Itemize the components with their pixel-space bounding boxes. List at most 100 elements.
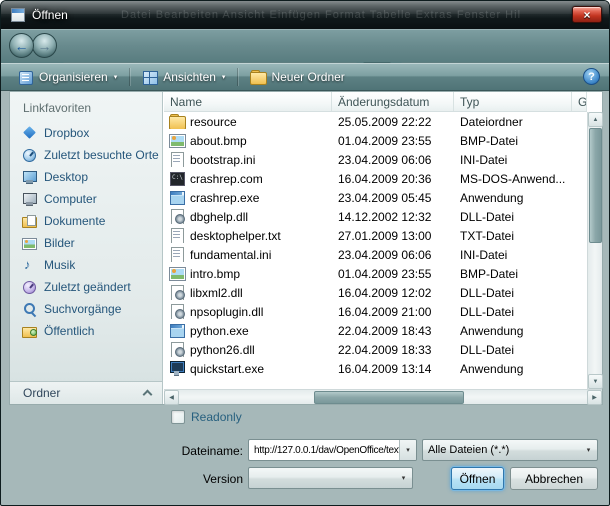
music-icon bbox=[22, 258, 37, 272]
sidebar-item-computer[interactable]: Computer bbox=[10, 188, 162, 210]
close-button[interactable]: × bbox=[572, 6, 602, 23]
file-date: 16.04.2009 13:14 bbox=[332, 362, 454, 376]
sidebar-item-suchvorgaenge[interactable]: Suchvorgänge bbox=[10, 298, 162, 320]
recent-places-icon bbox=[22, 148, 37, 162]
file-type: DLL-Datei bbox=[454, 286, 572, 300]
file-type: DLL-Datei bbox=[454, 305, 572, 319]
file-date: 23.04.2009 06:06 bbox=[332, 248, 454, 262]
file-name: python26.dll bbox=[190, 343, 255, 357]
file-row-bootstrap-ini[interactable]: bootstrap.ini23.04.2009 06:06INI-Datei bbox=[164, 150, 587, 169]
toolbar-button-label: Ansichten bbox=[163, 70, 216, 84]
navigation-bar: ← → «OpenOffice.org 3▶program▶▾ ↻ Suchen bbox=[1, 29, 609, 63]
folders-expander[interactable]: Ordner bbox=[10, 381, 162, 404]
version-combobox[interactable]: ▾ bbox=[248, 467, 413, 489]
file-row-crashrep-com[interactable]: crashrep.com16.04.2009 20:36MS-DOS-Anwen… bbox=[164, 169, 587, 188]
forward-button[interactable]: → bbox=[32, 33, 57, 58]
toolbar-button-ansichten[interactable]: Ansichten▾ bbox=[133, 67, 234, 87]
help-button[interactable]: ? bbox=[583, 68, 600, 85]
column-header-name[interactable]: Name bbox=[164, 92, 332, 111]
horizontal-scrollbar[interactable]: ◀ ▶ bbox=[164, 389, 602, 404]
horizontal-scroll-thumb[interactable] bbox=[314, 391, 464, 404]
file-type: Dateiordner bbox=[454, 115, 572, 129]
filetype-dropdown-button[interactable]: ▾ bbox=[580, 440, 597, 460]
file-name: quickstart.exe bbox=[190, 362, 264, 376]
sidebar-item-dropbox[interactable]: Dropbox bbox=[10, 122, 162, 144]
scroll-left-button[interactable]: ◀ bbox=[164, 390, 179, 405]
readonly-label[interactable]: Readonly bbox=[191, 410, 242, 424]
vertical-scrollbar[interactable]: ▲ ▼ bbox=[587, 112, 602, 389]
file-row-fundamental-ini[interactable]: fundamental.ini 23.04.2009 06:06INI-Datei bbox=[164, 245, 587, 264]
sidebar-item-oeffentlich[interactable]: Öffentlich bbox=[10, 320, 162, 342]
file-row-quickstart-exe[interactable]: quickstart.exe16.04.2009 13:14Anwendung bbox=[164, 359, 587, 378]
filetype-combobox[interactable]: Alle Dateien (*.*) ▾ bbox=[422, 439, 598, 461]
chevron-down-icon: ▾ bbox=[114, 73, 118, 81]
file-type: INI-Datei bbox=[454, 248, 572, 262]
file-row-desktophelper-txt[interactable]: desktophelper.txt27.01.2009 13:00TXT-Dat… bbox=[164, 226, 587, 245]
sidebar-item-musik[interactable]: Musik bbox=[10, 254, 162, 276]
file-row-dbghelp-dll[interactable]: dbghelp.dll14.12.2002 12:32DLL-Datei bbox=[164, 207, 587, 226]
open-dialog: Datei Bearbeiten Ansicht Einfügen Format… bbox=[0, 0, 610, 506]
pictures-icon bbox=[22, 236, 37, 250]
file-list: Name Änderungsdatum Typ G resource25.05.200… bbox=[164, 92, 602, 404]
sidebar-item-label: Bilder bbox=[44, 236, 75, 250]
toolbar-buttons: Organisieren▾Ansichten▾Neuer Ordner bbox=[9, 67, 354, 87]
file-date: 23.04.2009 05:45 bbox=[332, 191, 454, 205]
file-type: BMP-Datei bbox=[454, 267, 572, 281]
open-button[interactable]: Öffnen bbox=[451, 467, 504, 490]
sidebar-item-zuletzt-geaendert[interactable]: Zuletzt geändert bbox=[10, 276, 162, 298]
file-name-cell: python.exe bbox=[164, 323, 332, 338]
file-name: resource bbox=[190, 115, 237, 129]
file-name-cell: crashrep.com bbox=[164, 171, 332, 186]
file-name: desktophelper.txt bbox=[190, 229, 281, 243]
scroll-up-button[interactable]: ▲ bbox=[588, 112, 603, 127]
column-header-g[interactable]: G bbox=[572, 92, 587, 111]
vertical-scroll-thumb[interactable] bbox=[589, 128, 602, 243]
file-date: 22.04.2009 18:43 bbox=[332, 324, 454, 338]
file-row-intro-bmp[interactable]: intro.bmp01.04.2009 23:55BMP-Datei bbox=[164, 264, 587, 283]
file-row-python-exe[interactable]: python.exe22.04.2009 18:43Anwendung bbox=[164, 321, 587, 340]
file-row-python26-dll[interactable]: python26.dll 22.04.2009 18:33DLL-Datei bbox=[164, 340, 587, 359]
column-header-label: G bbox=[578, 95, 587, 109]
computer-icon bbox=[22, 192, 37, 206]
window-title: Öffnen bbox=[32, 8, 68, 22]
dll-icon bbox=[169, 285, 185, 300]
file-name: crashrep.exe bbox=[190, 191, 259, 205]
toolbar-button-organisieren[interactable]: Organisieren▾ bbox=[9, 67, 126, 87]
sidebar-header: Linkfavoriten bbox=[10, 92, 162, 122]
sidebar-item-label: Dokumente bbox=[44, 214, 105, 228]
file-date: 22.04.2009 18:33 bbox=[332, 343, 454, 357]
file-row-npsoplugin-dll[interactable]: npsoplugin.dll16.04.2009 21:00DLL-Datei bbox=[164, 302, 587, 321]
readonly-checkbox[interactable] bbox=[171, 410, 185, 424]
sidebar-list: DropboxZuletzt besuchte OrteDesktopCompu… bbox=[10, 122, 162, 342]
file-type: BMP-Datei bbox=[454, 134, 572, 148]
recent-changes-icon bbox=[22, 280, 37, 294]
version-dropdown-button[interactable]: ▾ bbox=[395, 468, 412, 488]
sidebar-item-desktop[interactable]: Desktop bbox=[10, 166, 162, 188]
toolbar-button-neuer-ordner[interactable]: Neuer Ordner bbox=[241, 67, 353, 87]
column-header-label: Typ bbox=[460, 95, 479, 109]
file-row-about-bmp[interactable]: about.bmp01.04.2009 23:55BMP-Datei bbox=[164, 131, 587, 150]
file-name: fundamental.ini bbox=[190, 248, 271, 262]
column-header-label: Name bbox=[170, 95, 202, 109]
scroll-right-button[interactable]: ▶ bbox=[587, 390, 602, 405]
sidebar-item-zuletzt-besuchte-orte[interactable]: Zuletzt besuchte Orte bbox=[10, 144, 162, 166]
file-row-resource[interactable]: resource25.05.2009 22:22Dateiordner bbox=[164, 112, 587, 131]
filename-combobox[interactable]: http://127.0.0.1/dav/OpenOffice/text.odt… bbox=[248, 439, 417, 461]
filename-value[interactable]: http://127.0.0.1/dav/OpenOffice/text.odt bbox=[249, 445, 399, 456]
file-type: INI-Datei bbox=[454, 153, 572, 167]
file-type: DLL-Datei bbox=[454, 343, 572, 357]
sidebar-item-bilder[interactable]: Bilder bbox=[10, 232, 162, 254]
back-button[interactable]: ← bbox=[9, 33, 34, 58]
column-header-aenderungsdatum[interactable]: Änderungsdatum bbox=[332, 92, 454, 111]
scroll-down-button[interactable]: ▼ bbox=[588, 374, 603, 389]
file-name-cell: desktophelper.txt bbox=[164, 228, 332, 243]
filename-dropdown-button[interactable]: ▾ bbox=[399, 440, 416, 460]
column-header-typ[interactable]: Typ bbox=[454, 92, 572, 111]
sidebar-item-dokumente[interactable]: Dokumente bbox=[10, 210, 162, 232]
file-row-libxml2-dll[interactable]: libxml2.dll16.04.2009 12:02DLL-Datei bbox=[164, 283, 587, 302]
file-date: 16.04.2009 12:02 bbox=[332, 286, 454, 300]
toolbar-button-label: Neuer Ordner bbox=[271, 70, 344, 84]
cancel-button[interactable]: Abbrechen bbox=[510, 467, 598, 490]
title-bar[interactable]: Datei Bearbeiten Ansicht Einfügen Format… bbox=[1, 1, 609, 29]
file-row-crashrep-exe[interactable]: crashrep.exe23.04.2009 05:45Anwendung bbox=[164, 188, 587, 207]
